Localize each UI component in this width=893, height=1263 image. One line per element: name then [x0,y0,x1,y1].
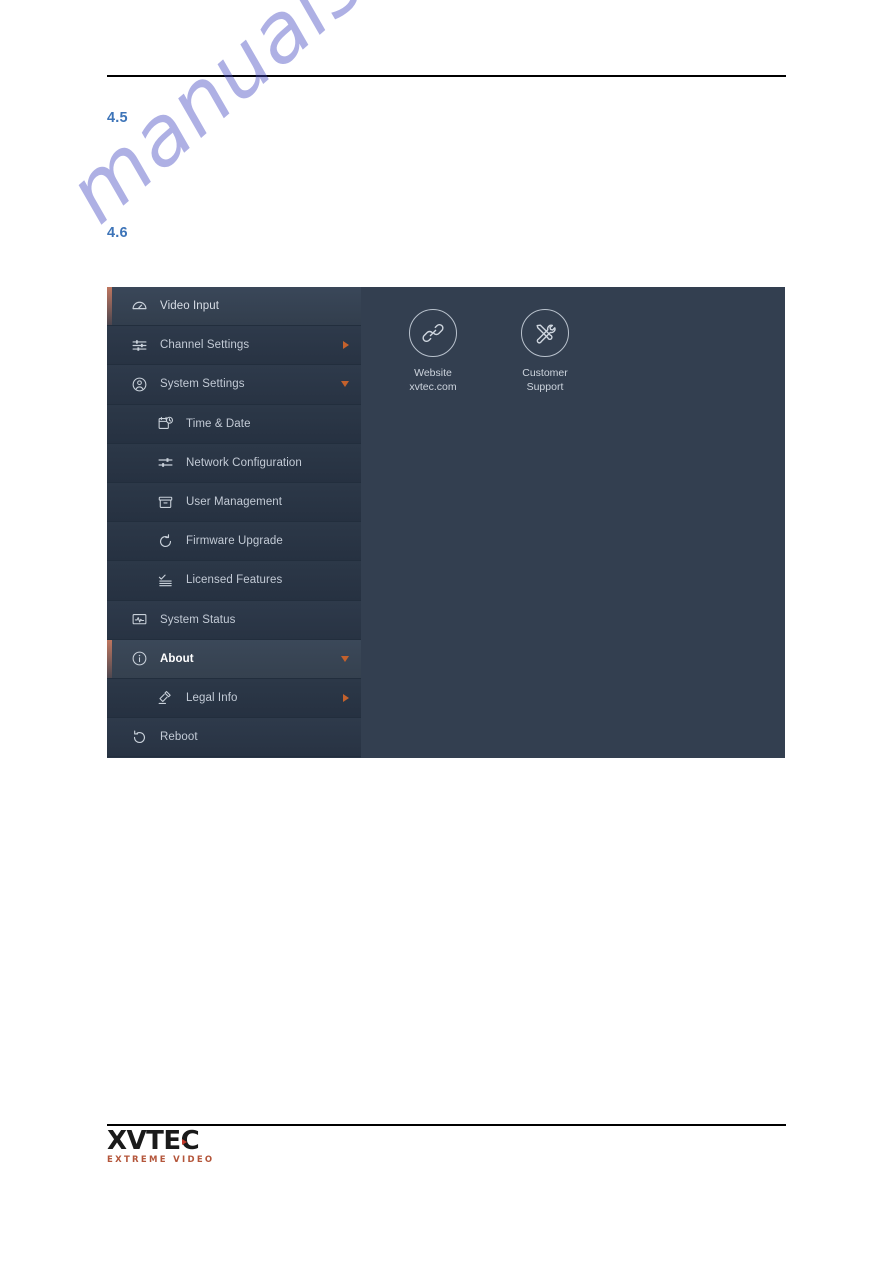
sidebar-item-label: Video Input [160,300,220,313]
chevron-right-icon [343,693,349,702]
shortcut-label: Website xvtec.com [409,367,457,394]
sidebar-item-label: About [160,652,194,665]
sidebar-item-label: Reboot [160,731,198,744]
section-heading-4-5: 4.5 [107,110,128,126]
gauge-icon [129,296,149,316]
sidebar-navigation: Video Input Channel Settings System Sett… [107,287,361,758]
footer-rule [107,1124,786,1126]
sidebar-item-about[interactable]: About [107,639,361,679]
application-window: Video Input Channel Settings System Sett… [107,287,785,758]
tools-icon [521,309,569,357]
sidebar-item-time-and-date[interactable]: Time & Date [107,404,361,444]
monitor-pulse-icon [129,610,149,630]
chevron-down-icon [341,381,349,388]
sidebar-item-network-configuration[interactable]: Network Configuration [107,443,361,483]
sidebar-item-label: Network Configuration [186,456,302,469]
sidebar-item-licensed-features[interactable]: Licensed Features [107,561,361,601]
sidebar-item-system-status[interactable]: System Status [107,600,361,640]
footer-logo: XVTEC EXTREME VIDEO [107,1128,267,1165]
sidebar-item-user-management[interactable]: User Management [107,482,361,523]
power-restart-icon [129,727,149,747]
logo-tagline: EXTREME VIDEO [107,1155,215,1165]
sidebar-item-label: System Settings [160,378,245,391]
chevron-right-icon [343,341,349,350]
sidebar-item-label: Firmware Upgrade [186,535,283,548]
sidebar-item-reboot[interactable]: Reboot [107,718,361,758]
info-circle-icon [129,649,149,669]
section-heading-4-6: 4.6 [107,225,128,241]
watermark-text: manualshive.com [50,0,716,242]
calendar-clock-icon [155,414,175,434]
sidebar-item-firmware-upgrade[interactable]: Firmware Upgrade [107,522,361,562]
sidebar-item-label: Channel Settings [160,339,250,352]
checklist-icon [155,570,175,590]
refresh-icon [155,531,175,551]
sidebar-item-label: Time & Date [186,417,251,430]
sidebar-item-legal-info[interactable]: Legal Info [107,678,361,719]
shortcut-website[interactable]: Website xvtec.com [391,309,475,394]
user-circle-icon [129,374,149,394]
sidebar-item-label: Licensed Features [186,574,283,587]
shortcut-row: Website xvtec.com Customer Support [391,309,785,394]
shortcut-label: Customer Support [522,367,568,394]
sidebar-item-video-input[interactable]: Video Input [107,287,361,327]
sidebar-item-system-settings[interactable]: System Settings [107,365,361,405]
logo-wordmark: XVTEC [107,1128,200,1154]
sliders-icon [129,335,149,355]
chevron-down-icon [341,655,349,662]
sidebar-item-label: System Status [160,613,236,626]
sidebar-item-label: Legal Info [186,691,238,704]
content-panel: Website xvtec.com Customer Support [361,287,785,758]
network-sliders-icon [155,453,175,473]
header-rule [107,75,786,77]
archive-box-icon [155,492,175,512]
gavel-icon [155,688,175,708]
sidebar-item-channel-settings[interactable]: Channel Settings [107,326,361,366]
link-chain-icon [409,309,457,357]
sidebar-item-label: User Management [186,496,283,509]
shortcut-customer-support[interactable]: Customer Support [503,309,587,394]
logo-accent-icon [182,1139,188,1145]
document-page: 4.5 4.6 Video Input Channel Settings Sys… [0,0,893,1263]
